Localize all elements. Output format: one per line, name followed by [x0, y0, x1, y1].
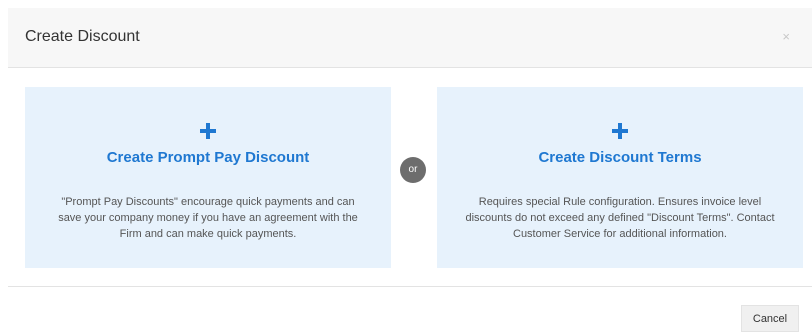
plus-icon: [612, 123, 628, 139]
modal-title: Create Discount: [25, 28, 140, 45]
close-button[interactable]: ×: [782, 28, 790, 46]
or-separator-badge: or: [400, 157, 426, 183]
create-discount-terms-card[interactable]: Create Discount Terms Requires special R…: [437, 87, 803, 268]
create-discount-modal: Create Discount × Create Prompt Pay Disc…: [0, 0, 812, 332]
plus-icon: [200, 123, 216, 139]
footer-divider: [8, 286, 812, 287]
create-prompt-pay-discount-card[interactable]: Create Prompt Pay Discount "Prompt Pay D…: [25, 87, 391, 268]
card-title: Create Discount Terms: [538, 149, 702, 166]
card-description: Requires special Rule configuration. Ens…: [465, 196, 775, 240]
card-description: "Prompt Pay Discounts" encourage quick p…: [58, 196, 358, 240]
modal-header: Create Discount ×: [8, 8, 812, 68]
cancel-button[interactable]: Cancel: [741, 305, 799, 332]
card-title: Create Prompt Pay Discount: [106, 149, 310, 166]
